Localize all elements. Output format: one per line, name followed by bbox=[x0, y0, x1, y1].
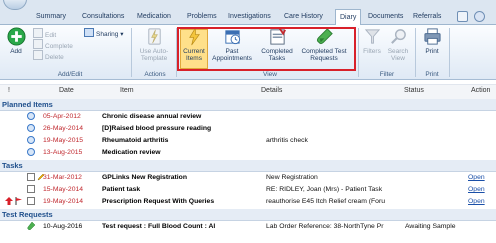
column-item[interactable]: Item bbox=[120, 87, 134, 94]
open-link[interactable]: Open bbox=[468, 198, 485, 205]
list-item[interactable]: 13-Aug-2015 Medication review bbox=[0, 147, 496, 158]
tab-medication[interactable]: Medication bbox=[137, 13, 171, 20]
group-label-filter: Filter bbox=[379, 71, 395, 78]
recall-icon bbox=[27, 124, 35, 132]
table-row[interactable]: 31-Mar-2012 GPLinks New Registration New… bbox=[0, 172, 496, 183]
add-icon bbox=[6, 27, 26, 46]
table-row[interactable]: 10-Aug-2016 Test request : Full Blood Co… bbox=[0, 221, 496, 232]
tab-documents[interactable]: Documents bbox=[368, 13, 403, 20]
section-header-planned-items[interactable]: Planned Items bbox=[0, 99, 496, 111]
table-row[interactable]: 15-May-2014 Patient task RE: RIDLEY, Joa… bbox=[0, 184, 496, 195]
recall-icon bbox=[27, 148, 35, 156]
column-date[interactable]: Date bbox=[59, 87, 74, 94]
ribbon-separator bbox=[358, 28, 359, 77]
auto-template-icon bbox=[147, 28, 161, 45]
table-row[interactable]: 19-May-2014 Prescription Request With Qu… bbox=[0, 196, 496, 207]
list-item[interactable]: 19-May-2015 Rheumatoid arthritis arthrit… bbox=[0, 135, 496, 146]
column-priority[interactable]: ! bbox=[8, 87, 10, 94]
use-auto-template-button[interactable]: Use Auto-Template bbox=[135, 27, 173, 62]
filters-button[interactable]: Filters bbox=[361, 27, 383, 55]
view-group-highlight bbox=[177, 27, 356, 71]
recall-icon bbox=[27, 112, 35, 120]
task-icon bbox=[27, 185, 35, 193]
column-action[interactable]: Action bbox=[471, 87, 490, 94]
section-header-test-requests[interactable]: Test Requests bbox=[0, 209, 496, 221]
diary-column-header: ! Date Item Details Status Action bbox=[0, 84, 496, 100]
tab-summary[interactable]: Summary bbox=[36, 13, 66, 20]
task-icon bbox=[27, 173, 35, 181]
ribbon-separator bbox=[449, 28, 450, 77]
group-label-add-edit: Add/Edit bbox=[57, 71, 83, 78]
test-tube-icon bbox=[27, 222, 35, 230]
edit-icon bbox=[33, 28, 43, 38]
tab-investigations[interactable]: Investigations bbox=[228, 13, 271, 20]
sharing-icon bbox=[84, 28, 94, 37]
tab-consultations[interactable]: Consultations bbox=[82, 13, 124, 20]
tab-diary[interactable]: Diary bbox=[335, 9, 362, 25]
section-header-tasks[interactable]: Tasks bbox=[0, 160, 496, 172]
app-menu-orb[interactable] bbox=[3, 0, 27, 10]
sharing-button[interactable]: Sharing ▾ bbox=[84, 28, 123, 38]
flag-icon bbox=[15, 197, 22, 205]
minimize-ribbon-icon[interactable] bbox=[457, 11, 468, 22]
urgent-arrow-icon bbox=[5, 197, 13, 205]
column-status[interactable]: Status bbox=[404, 87, 424, 94]
add-button[interactable]: Add bbox=[3, 27, 29, 55]
recall-icon bbox=[27, 136, 35, 144]
open-link[interactable]: Open bbox=[468, 174, 485, 181]
group-label-print: Print bbox=[425, 71, 439, 78]
filter-icon bbox=[364, 29, 380, 44]
delete-icon bbox=[33, 50, 43, 60]
delete-button[interactable]: Delete bbox=[33, 50, 64, 62]
column-details[interactable]: Details bbox=[261, 87, 282, 94]
complete-icon bbox=[33, 39, 43, 49]
ribbon-tab-strip: Summary Consultations Medication Problem… bbox=[0, 0, 496, 25]
print-button[interactable]: Print bbox=[419, 27, 445, 55]
open-link[interactable]: Open bbox=[468, 186, 485, 193]
search-view-button[interactable]: Search View bbox=[385, 27, 411, 62]
ribbon-separator bbox=[131, 28, 132, 77]
group-label-actions: Actions bbox=[144, 71, 166, 78]
tab-problems[interactable]: Problems bbox=[187, 13, 217, 20]
task-icon bbox=[27, 197, 35, 205]
ribbon: Add Edit Complete Delete Sharing ▾ Add/E… bbox=[0, 25, 496, 80]
group-label-view: View bbox=[263, 71, 277, 78]
ribbon-separator bbox=[415, 28, 416, 77]
chevron-down-icon: ▾ bbox=[120, 31, 124, 38]
printer-icon bbox=[423, 28, 441, 45]
search-icon bbox=[390, 29, 406, 44]
help-icon[interactable] bbox=[474, 11, 485, 22]
tab-referrals[interactable]: Referrals bbox=[413, 13, 441, 20]
tab-care-history[interactable]: Care History bbox=[284, 13, 323, 20]
list-item[interactable]: 26-May-2014 [D]Raised blood pressure rea… bbox=[0, 123, 496, 134]
list-item[interactable]: 05-Apr-2012 Chronic disease annual revie… bbox=[0, 111, 496, 122]
